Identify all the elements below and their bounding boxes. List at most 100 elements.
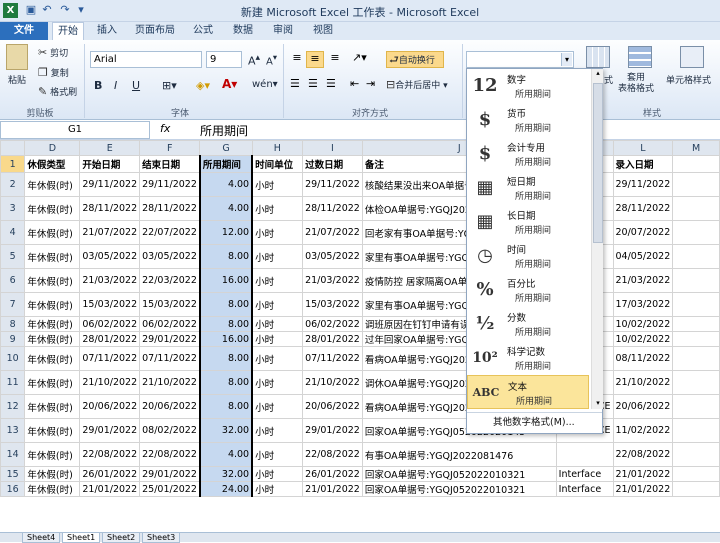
cell[interactable]: 08/11/2022 — [612, 346, 674, 371]
cell[interactable] — [672, 346, 720, 371]
column-header-L[interactable]: L — [612, 140, 674, 156]
cell[interactable] — [672, 172, 720, 197]
row-header[interactable]: 5 — [0, 244, 26, 269]
header-cell[interactable]: 录入日期 — [612, 155, 674, 173]
cell[interactable]: 20/06/2022 — [302, 394, 363, 419]
cell[interactable]: 28/01/2022 — [79, 331, 141, 347]
header-cell[interactable]: 休假类型 — [24, 155, 81, 173]
cell[interactable]: 07/11/2022 — [139, 346, 201, 371]
row-header[interactable]: 13 — [0, 418, 26, 443]
cell[interactable]: 8.00 — [198, 394, 254, 419]
cell[interactable] — [672, 316, 720, 332]
tab-data[interactable]: 数据 — [228, 22, 258, 40]
tab-formulas[interactable]: 公式 — [188, 22, 218, 40]
row-header[interactable]: 9 — [0, 331, 26, 347]
cell[interactable]: 21/01/2022 — [79, 481, 141, 497]
phonetic-icon[interactable]: wén▾ — [252, 79, 278, 90]
row-header[interactable]: 12 — [0, 394, 26, 419]
chevron-down-icon[interactable]: ▾ — [561, 53, 572, 66]
header-cell[interactable]: 所用期间 — [198, 155, 254, 173]
cell[interactable]: 28/11/2022 — [79, 196, 141, 221]
cell[interactable] — [672, 442, 720, 467]
format-painter-button[interactable]: ✎ 格式刷 — [38, 85, 77, 98]
cell[interactable]: 小时 — [251, 418, 304, 443]
cell[interactable]: 4.00 — [198, 172, 254, 197]
paste-button[interactable]: 粘贴 — [8, 73, 26, 86]
column-header-E[interactable]: E — [79, 140, 141, 156]
cell-table[interactable]: DEFGHIJLM 1 休假类型 开始日期 结束日期 所用期间 时间单位 过数日期 备注 录入日… — [0, 140, 720, 497]
cell[interactable]: 年休假(时) — [24, 268, 81, 293]
cell[interactable]: 22/07/2022 — [139, 220, 201, 245]
cell[interactable]: 10/02/2022 — [612, 331, 674, 347]
cell[interactable]: 年休假(时) — [24, 244, 81, 269]
cell[interactable]: 4.00 — [198, 196, 254, 221]
cell[interactable] — [672, 196, 720, 221]
cell[interactable]: 年休假(时) — [24, 220, 81, 245]
cell[interactable]: 小时 — [251, 481, 304, 497]
cell[interactable]: 04/05/2022 — [612, 244, 674, 269]
cell[interactable]: 年休假(时) — [24, 466, 81, 482]
cell[interactable]: 28/11/2022 — [302, 196, 363, 221]
font-name-dropdown[interactable]: Arial — [90, 51, 202, 68]
align-center-icon[interactable]: ☰ — [308, 77, 318, 90]
cell[interactable]: 4.00 — [198, 442, 254, 467]
menu-scrollbar[interactable]: ▴ ▾ — [591, 69, 603, 409]
cell[interactable]: 29/01/2022 — [79, 418, 141, 443]
cell[interactable]: 21/10/2022 — [79, 370, 141, 395]
cell[interactable]: 小时 — [251, 466, 304, 482]
cell-styles-icon[interactable] — [680, 46, 704, 68]
cell[interactable]: 有事OA单据号:YGQJ2022081476 — [361, 442, 557, 467]
cell[interactable]: 20/06/2022 — [79, 394, 141, 419]
cell[interactable]: 29/11/2022 — [139, 172, 201, 197]
cell[interactable]: 年休假(时) — [24, 172, 81, 197]
cell[interactable] — [672, 394, 720, 419]
cell[interactable]: 21/10/2022 — [612, 370, 674, 395]
format-item-1[interactable]: $ 货币 所用期间 — [467, 103, 589, 137]
tab-page-layout[interactable]: 页面布局 — [130, 22, 180, 40]
worksheet-grid[interactable]: DEFGHIJLM 1 休假类型 开始日期 结束日期 所用期间 时间单位 过数日期 备注 录入日… — [0, 140, 720, 532]
header-cell[interactable]: 时间单位 — [251, 155, 304, 173]
cell[interactable]: 28/11/2022 — [139, 196, 201, 221]
copy-button[interactable]: ❐ 复制 — [38, 66, 69, 79]
fill-color-icon[interactable]: ◈▾ — [196, 79, 210, 92]
cell[interactable] — [672, 292, 720, 317]
column-header-D[interactable]: D — [24, 140, 81, 156]
cell[interactable]: 21/10/2022 — [302, 370, 363, 395]
font-size-dropdown[interactable]: 9 — [206, 51, 242, 68]
orientation-icon[interactable]: ↗▾ — [352, 51, 367, 64]
cell[interactable]: 21/03/2022 — [79, 268, 141, 293]
cell[interactable]: 21/07/2022 — [302, 220, 363, 245]
cell[interactable]: 15/03/2022 — [79, 292, 141, 317]
cell[interactable]: 小时 — [251, 331, 304, 347]
formula-input[interactable]: 所用期间 — [200, 122, 248, 139]
tab-view[interactable]: 视图 — [308, 22, 338, 40]
cell[interactable]: 25/01/2022 — [139, 481, 201, 497]
decrease-indent-icon[interactable]: ⇤ — [350, 77, 359, 90]
tab-review[interactable]: 审阅 — [268, 22, 298, 40]
cell[interactable]: 小时 — [251, 292, 304, 317]
cell[interactable]: 16.00 — [198, 331, 254, 347]
column-header-H[interactable]: H — [251, 140, 304, 156]
cell[interactable]: 小时 — [251, 442, 304, 467]
cell[interactable]: 21/10/2022 — [139, 370, 201, 395]
cell[interactable]: 22/08/2022 — [139, 442, 201, 467]
wrap-text-button[interactable]: ⮐自动换行 — [386, 51, 444, 68]
row-header[interactable]: 2 — [0, 172, 26, 197]
table-format-button[interactable]: 套用 表格格式 — [618, 73, 654, 95]
cell[interactable]: 年休假(时) — [24, 442, 81, 467]
column-header-M[interactable]: M — [672, 140, 720, 156]
cell[interactable] — [672, 466, 720, 482]
format-item-2[interactable]: $ 会计专用 所用期间 — [467, 137, 589, 171]
cell[interactable] — [672, 331, 720, 347]
underline-button[interactable]: U — [132, 79, 140, 92]
row-header[interactable]: 8 — [0, 316, 26, 332]
format-item-8[interactable]: 10² 科学记数 所用期间 — [467, 341, 589, 375]
cell[interactable]: 15/03/2022 — [139, 292, 201, 317]
cell[interactable]: 26/01/2022 — [79, 466, 141, 482]
cell[interactable]: 年休假(时) — [24, 316, 81, 332]
cell[interactable]: 15/03/2022 — [302, 292, 363, 317]
cell[interactable]: 29/11/2022 — [302, 172, 363, 197]
cell[interactable] — [672, 220, 720, 245]
cell[interactable]: 10/02/2022 — [612, 316, 674, 332]
cell-styles-button[interactable]: 单元格样式 — [666, 73, 711, 86]
